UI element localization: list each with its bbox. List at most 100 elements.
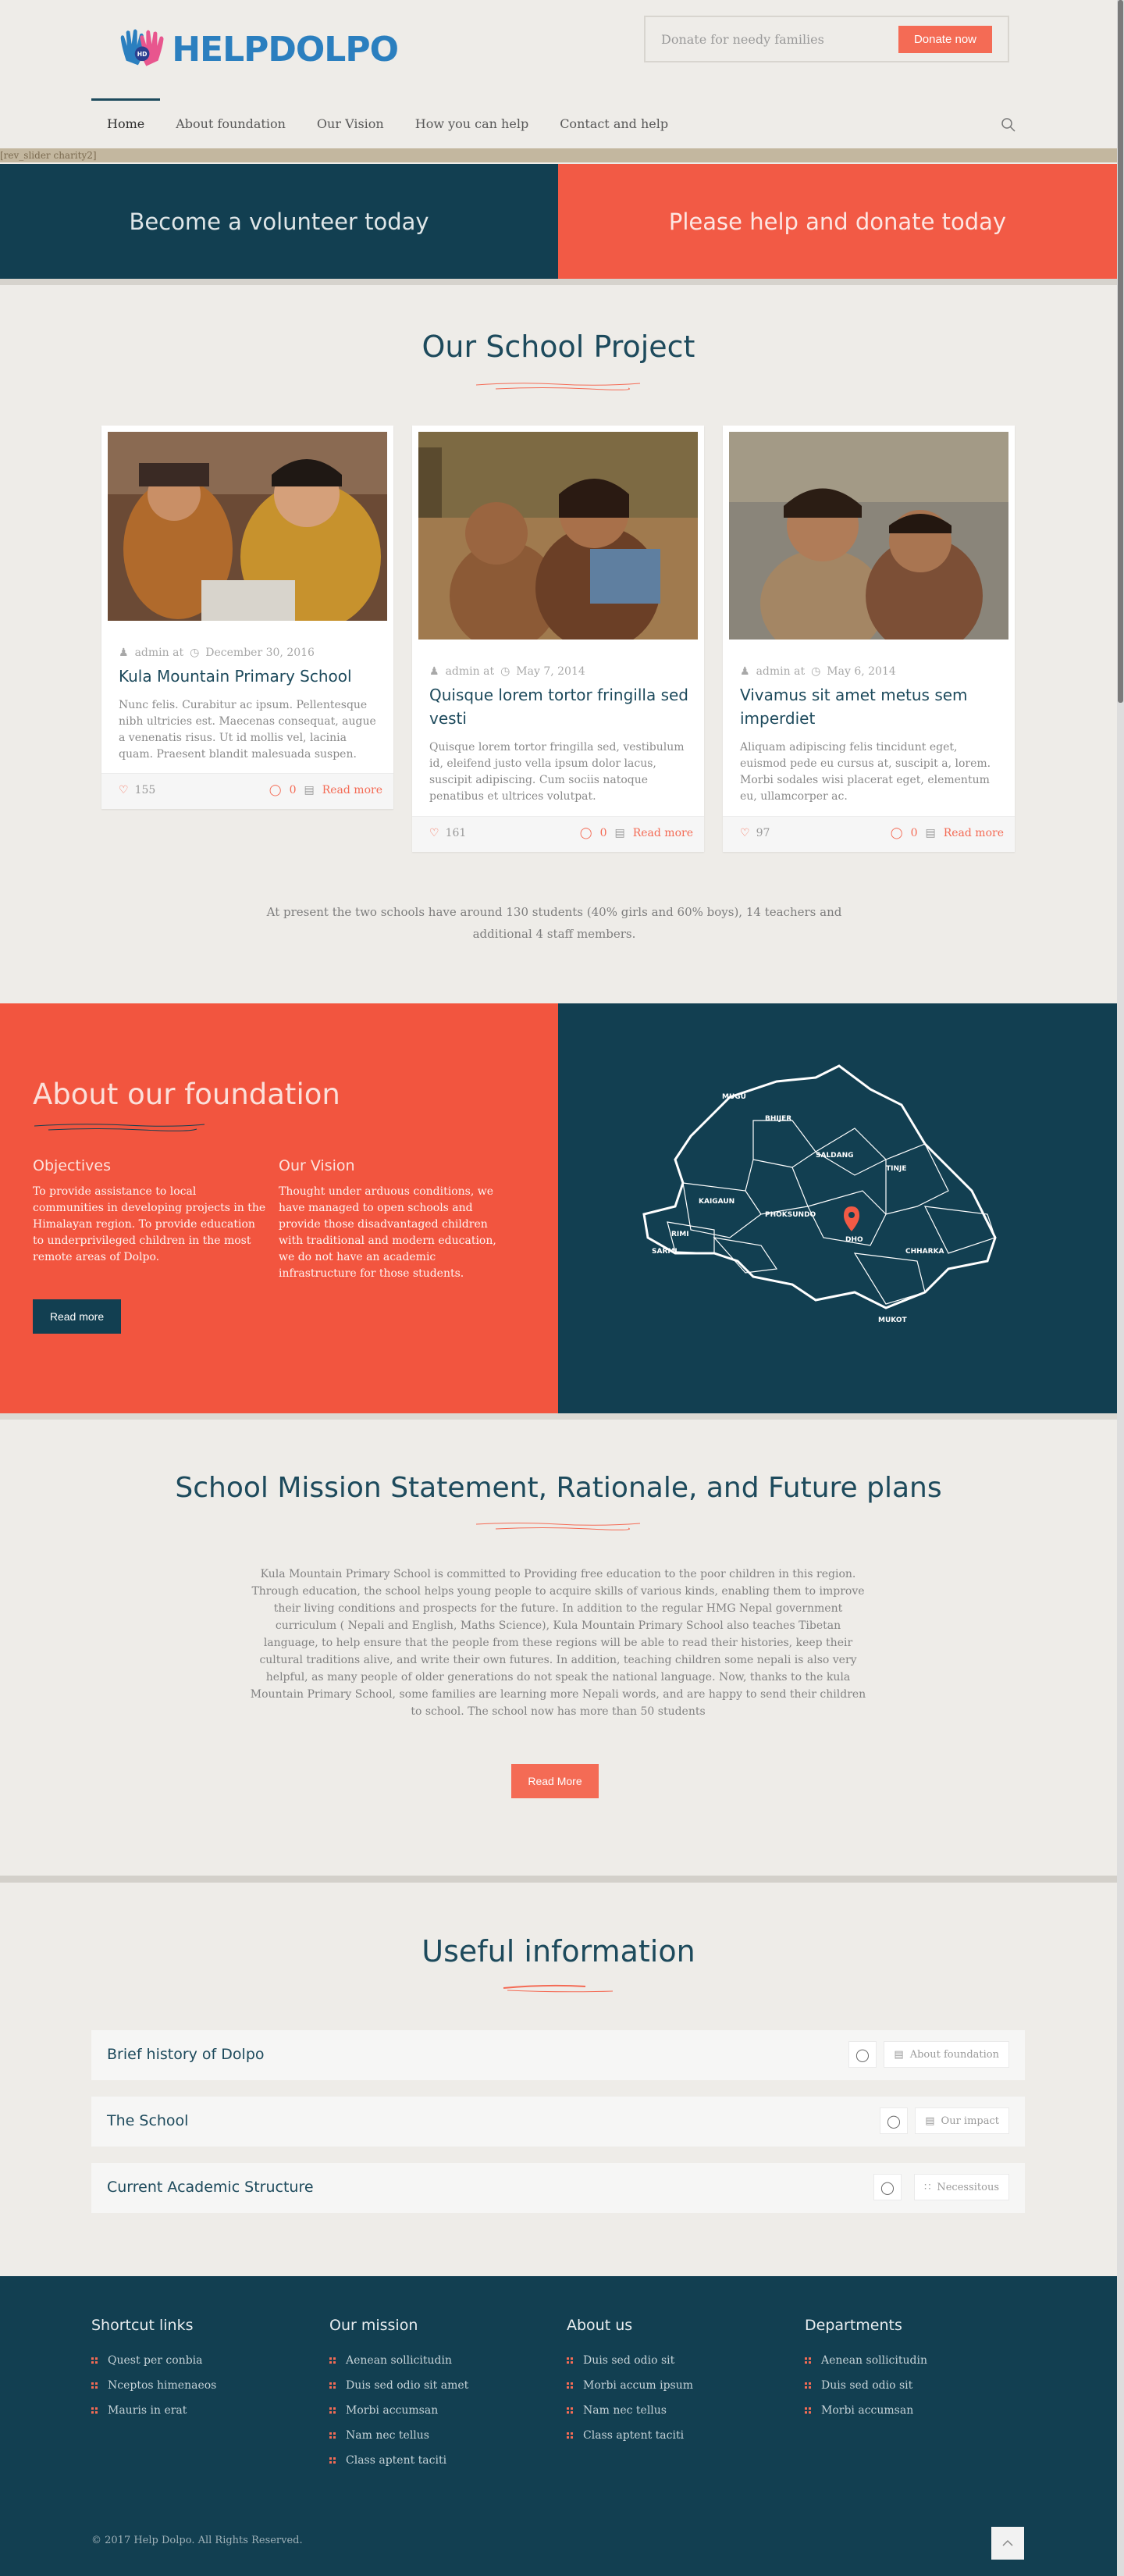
project-photo[interactable] [729, 432, 1008, 640]
footer-link[interactable]: Class aptent taciti [329, 2448, 548, 2473]
footer-link[interactable]: Class aptent taciti [567, 2423, 785, 2448]
project-photo[interactable] [418, 432, 698, 640]
footer-link-label[interactable]: Aenean sollicitudin [821, 2354, 927, 2367]
footer-column-title: Departments [805, 2317, 902, 2334]
footer-link-label[interactable]: Aenean sollicitudin [346, 2354, 452, 2367]
grid-bullet-icon [329, 2357, 336, 2364]
nav-item-how-you-can-help[interactable]: How you can help [400, 98, 544, 145]
post-author[interactable]: admin at [756, 665, 806, 678]
footer-link[interactable]: Nam nec tellus [329, 2423, 548, 2448]
post-excerpt: Nunc felis. Curabitur ac ipsum. Pellente… [119, 699, 376, 761]
foundation-read-more-button[interactable]: Read more [33, 1299, 121, 1334]
comment-count[interactable]: 0 [600, 827, 607, 839]
footer-link-label[interactable]: Class aptent taciti [583, 2429, 684, 2442]
footer-link-label[interactable]: Duis sed odio sit [821, 2379, 912, 2392]
post-author[interactable]: admin at [135, 647, 184, 659]
info-row-label[interactable]: Current Academic Structure [107, 2179, 314, 2196]
user-icon: ♟ [119, 647, 129, 659]
objectives-heading: Objectives [33, 1157, 111, 1174]
footer-link[interactable]: Duis sed odio sit [805, 2373, 1023, 2398]
project-card[interactable]: ♟ admin at ◷ May 7, 2014 Quisque lorem t… [412, 426, 704, 852]
footer-link-label[interactable]: Duis sed odio sit amet [346, 2379, 468, 2392]
nav-item-contact[interactable]: Contact and help [544, 98, 684, 145]
footer-link[interactable]: Morbi accumsan [329, 2398, 548, 2423]
comment-count[interactable]: 0 [911, 827, 918, 839]
info-row-academic[interactable]: Current Academic Structure ◯ ∷ Necessitou… [91, 2163, 1025, 2213]
footer-link[interactable]: Nceptos himenaeos [91, 2373, 310, 2398]
project-photo[interactable] [108, 432, 387, 621]
nav-item-our-vision[interactable]: Our Vision [301, 98, 400, 145]
lightbulb-icon[interactable]: ◯ [873, 2174, 902, 2200]
footer-link-label[interactable]: Morbi accum ipsum [583, 2379, 693, 2392]
search-icon[interactable] [1001, 117, 1016, 133]
mission-read-more-button[interactable]: Read More [511, 1764, 599, 1798]
foundation-title: About our foundation [33, 1078, 340, 1111]
footer-link[interactable]: Aenean sollicitudin [329, 2348, 548, 2373]
footer-link[interactable]: Quest per conbia [91, 2348, 310, 2373]
lightbulb-icon[interactable]: ◯ [880, 2107, 908, 2134]
footer-link-label[interactable]: Duis sed odio sit [583, 2354, 674, 2367]
footer-link[interactable]: Morbi accumsan [805, 2398, 1023, 2423]
project-card[interactable]: ♟ admin at ◷ May 6, 2014 Vivamus sit ame… [723, 426, 1015, 852]
volunteer-banner[interactable]: Become a volunteer today [0, 164, 558, 279]
book-icon: ▤ [925, 2115, 935, 2127]
footer-link-label[interactable]: Mauris in erat [108, 2404, 187, 2417]
dolpo-map-image[interactable]: MUGU BHIJER SALDANG TINJE KAIGAUN PHOKSU… [558, 1003, 1117, 1413]
footer-link-label[interactable]: Nam nec tellus [346, 2429, 429, 2442]
back-to-top-button[interactable] [991, 2527, 1024, 2560]
info-row-label[interactable]: The School [107, 2112, 188, 2129]
donate-banner[interactable]: Please help and donate today [558, 164, 1117, 279]
likes[interactable]: ♡ 155 [119, 784, 155, 796]
footer-link[interactable]: Duis sed odio sit amet [329, 2373, 548, 2398]
footer-link-label[interactable]: Nam nec tellus [583, 2404, 667, 2417]
document-icon: ▤ [304, 784, 315, 796]
info-row-history[interactable]: Brief history of Dolpo ◯ ▤ About foundati… [91, 2030, 1025, 2080]
category-tag[interactable]: ∷ Necessitous [914, 2174, 1009, 2200]
divider [0, 1413, 1117, 1420]
comment-count[interactable]: 0 [290, 784, 297, 796]
footer-link-label[interactable]: Class aptent taciti [346, 2454, 446, 2467]
post-author[interactable]: admin at [446, 665, 495, 678]
footer-link-label[interactable]: Morbi accumsan [821, 2404, 913, 2417]
title-underline-squiggle [503, 1984, 614, 1993]
footer-link[interactable]: Duis sed odio sit [567, 2348, 785, 2373]
donate-box: Donate for needy families Donate now [644, 16, 1009, 62]
map-label: SALDANG [816, 1152, 854, 1160]
nav-item-home[interactable]: Home [91, 98, 161, 145]
footer-link[interactable]: Aenean sollicitudin [805, 2348, 1023, 2373]
category-tag[interactable]: ▤ Our impact [915, 2107, 1009, 2134]
footer-link[interactable]: Morbi accum ipsum [567, 2373, 785, 2398]
read-more-link[interactable]: Read more [633, 827, 693, 839]
footer-link-label[interactable]: Morbi accumsan [346, 2404, 438, 2417]
footer-link-label[interactable]: Nceptos himenaeos [108, 2379, 216, 2392]
lightbulb-icon[interactable]: ◯ [848, 2041, 877, 2068]
nav-item-about-foundation[interactable]: About foundation [160, 98, 301, 145]
site-logo[interactable]: HD HELPDOLPO [117, 14, 399, 84]
post-date: May 7, 2014 [516, 665, 585, 678]
grid-bullet-icon [329, 2432, 336, 2439]
footer-link-label[interactable]: Quest per conbia [108, 2354, 203, 2367]
info-row-label[interactable]: Brief history of Dolpo [107, 2046, 265, 2063]
footer-link[interactable]: Mauris in erat [91, 2398, 310, 2423]
project-card[interactable]: ♟ admin at ◷ December 30, 2016 Kula Moun… [101, 426, 393, 809]
scrollbar-thumb[interactable] [1118, 0, 1123, 703]
read-more-link[interactable]: Read more [944, 827, 1004, 839]
tag-label: Our impact [941, 2115, 999, 2127]
grid-bullet-icon [91, 2382, 98, 2389]
category-tag[interactable]: ▤ About foundation [884, 2041, 1009, 2068]
post-title[interactable]: Kula Mountain Primary School [119, 664, 378, 688]
likes[interactable]: ♡ 161 [429, 827, 466, 839]
post-title[interactable]: Quisque lorem tortor fringilla sed vesti [429, 683, 688, 730]
footer-link[interactable]: Nam nec tellus [567, 2398, 785, 2423]
post-title[interactable]: Vivamus sit amet metus sem imperdiet [740, 683, 999, 730]
page-scrollbar[interactable] [1117, 0, 1124, 2576]
post-footer: ♡ 97 ◯ 0 ▤ Read more [723, 816, 1015, 852]
map-label: SARMI [652, 1248, 678, 1256]
read-more-link[interactable]: Read more [322, 784, 382, 796]
chevron-up-icon [1002, 2539, 1013, 2546]
slider-placeholder: [rev_slider charity2] [0, 148, 1117, 162]
info-row-school[interactable]: The School ◯ ▤ Our impact [91, 2097, 1025, 2147]
likes[interactable]: ♡ 97 [740, 827, 770, 839]
donate-now-button[interactable]: Donate now [898, 25, 992, 53]
map-label: MUKOT [878, 1317, 907, 1324]
